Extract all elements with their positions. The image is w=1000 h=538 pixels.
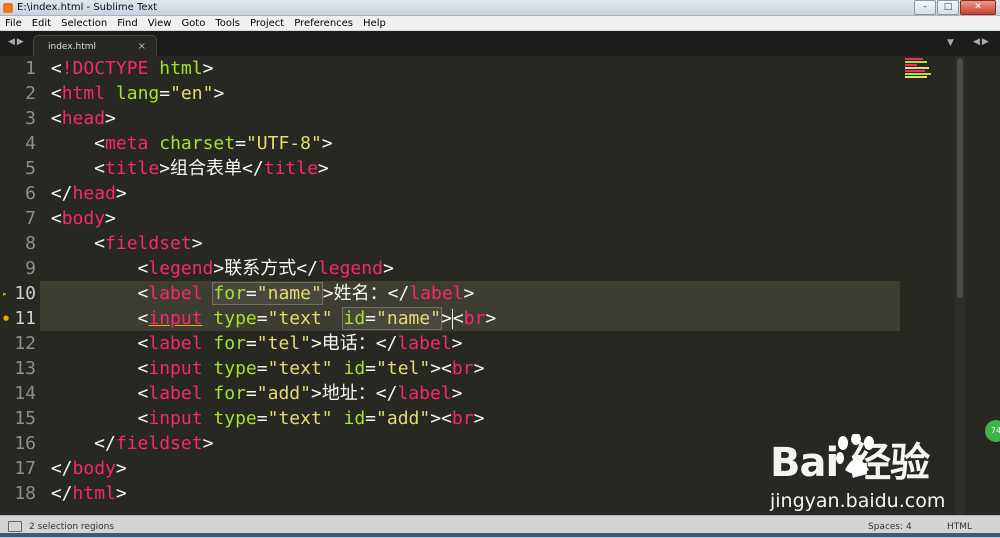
baidu-jingyan-watermark: Bai 经验 jingyan.baidu.com: [765, 430, 995, 515]
window-title: E:\index.html - Sublime Text: [17, 2, 158, 13]
code-line: <title>组合表单</title>: [40, 158, 329, 179]
syntax-status[interactable]: HTML: [947, 522, 972, 532]
line-number: 1: [25, 58, 36, 79]
code-line: <label for="tel">电话：</label>: [40, 333, 463, 354]
code-line: <label for="add">地址：</label>: [40, 383, 463, 404]
tab-close-icon[interactable]: ×: [138, 41, 146, 52]
code-line: </head>: [40, 183, 127, 204]
menu-project[interactable]: Project: [245, 18, 289, 29]
console-toggle-icon[interactable]: [8, 521, 22, 532]
minimap-line: [905, 67, 929, 69]
close-button[interactable]: ✕: [960, 0, 996, 15]
menu-tools[interactable]: Tools: [210, 18, 245, 29]
line-number: 9: [25, 258, 36, 279]
window-controls: – □ ✕: [913, 0, 996, 15]
line-number: 8: [25, 233, 36, 254]
selection-status: 2 selection regions: [29, 522, 115, 532]
code-line: <head>: [40, 108, 116, 129]
menu-view[interactable]: View: [143, 18, 177, 29]
menu-file[interactable]: File: [0, 18, 27, 29]
line-number: 7: [25, 208, 36, 229]
sublime-app-icon: [3, 2, 13, 13]
line-number: 4: [25, 133, 36, 154]
code-line: <!DOCTYPE html>: [40, 58, 214, 79]
menu-preferences[interactable]: Preferences: [289, 18, 358, 29]
tab-scroll-arrows-icon[interactable]: ◀▶: [8, 37, 26, 47]
tab-index-html[interactable]: index.html ×: [33, 35, 157, 57]
paw-icon: [836, 434, 874, 474]
menu-edit[interactable]: Edit: [27, 18, 56, 29]
code-line: <html lang="en">: [40, 83, 225, 104]
maximize-button[interactable]: □: [937, 0, 959, 15]
code-line-current: <input type="text" id="name"><br>: [40, 306, 900, 331]
line-number: 14: [14, 383, 36, 404]
minimap-line: [905, 58, 923, 60]
minimap-line: [905, 61, 927, 63]
tab-dropdown-icon[interactable]: ▼: [947, 38, 954, 48]
indentation-status[interactable]: Spaces: 4: [868, 522, 912, 532]
minimize-button[interactable]: –: [914, 0, 936, 15]
watermark-url: jingyan.baidu.com: [770, 490, 946, 512]
line-number: 16: [14, 433, 36, 454]
line-number: 17: [14, 458, 36, 479]
minimap-line: [905, 73, 931, 75]
minimap-line: [905, 76, 927, 78]
warning-marker-icon: ●: [3, 314, 10, 322]
line-number: 2: [25, 83, 36, 104]
gutter-marker-icon: ▸: [3, 290, 7, 298]
title-bar: E:\index.html - Sublime Text – □ ✕: [0, 0, 1000, 16]
line-number: 5: [25, 158, 36, 179]
code-line-current: <label for="name">姓名：</label>: [40, 281, 900, 306]
line-number: 3: [25, 108, 36, 129]
line-number-gutter: 1 2 3 4 5 6 7 8 9 10 11 12 13 14 15 16 1…: [0, 56, 40, 515]
tab-scroll-arrows-right-icon[interactable]: ◀▶: [973, 37, 991, 47]
menu-selection[interactable]: Selection: [56, 18, 112, 29]
code-line: <legend>联系方式</legend>: [40, 258, 394, 279]
line-number: 12: [14, 333, 36, 354]
code-line: <input type="text" id="tel"><br>: [40, 358, 485, 379]
menu-find[interactable]: Find: [112, 18, 143, 29]
scrollbar-thumb[interactable]: [957, 58, 963, 298]
code-line: <fieldset>: [40, 233, 203, 254]
line-number: 15: [14, 408, 36, 429]
minimap-line: [905, 70, 925, 72]
menu-bar: File Edit Selection Find View Goto Tools…: [0, 16, 1000, 31]
menu-goto[interactable]: Goto: [176, 18, 210, 29]
line-number: 6: [25, 183, 36, 204]
code-line: <meta charset="UTF-8">: [40, 133, 333, 154]
code-line: <body>: [40, 208, 116, 229]
menu-help[interactable]: Help: [358, 18, 391, 29]
code-line: <input type="text" id="add"><br>: [40, 408, 485, 429]
line-number: 18: [14, 483, 36, 504]
line-number: 13: [14, 358, 36, 379]
tab-label: index.html: [48, 42, 96, 52]
tab-strip: ◀▶ index.html × ▼ ◀▶: [0, 31, 1000, 57]
os-taskbar: [0, 533, 1000, 537]
minimap-line: [905, 64, 917, 66]
